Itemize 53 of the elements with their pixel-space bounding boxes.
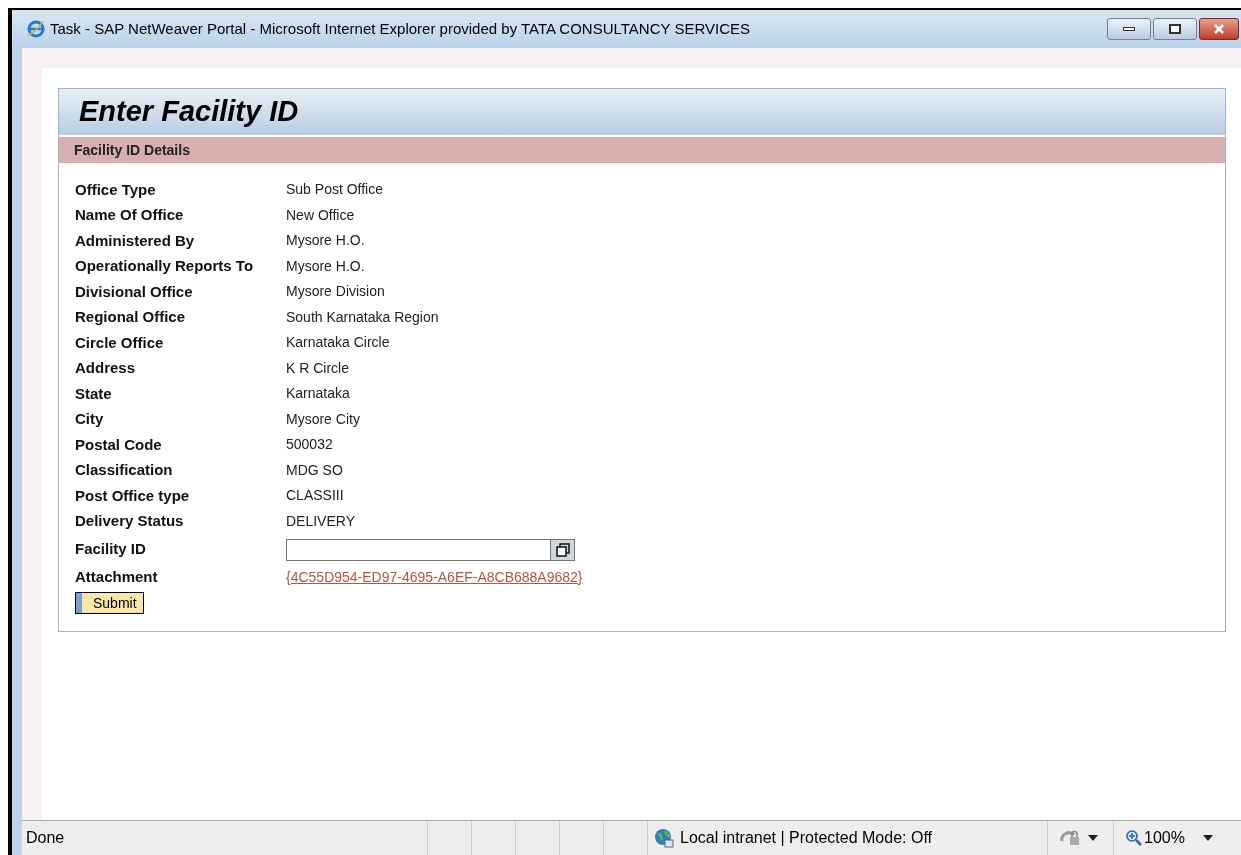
field-label: Facility ID	[75, 539, 147, 560]
field-value: Mysore H.O.	[286, 231, 365, 251]
field-value: DELIVERY	[286, 511, 355, 531]
field-label: Divisional Office	[75, 281, 194, 302]
close-button[interactable]	[1199, 18, 1239, 40]
field-label: City	[75, 409, 105, 429]
value-help-button[interactable]	[551, 538, 575, 561]
zoom-icon[interactable]	[1126, 830, 1142, 846]
field-value: New Office	[286, 205, 355, 225]
field-label: Name Of Office	[75, 205, 185, 225]
browser-logo-icon	[26, 19, 46, 39]
close-icon	[1213, 24, 1225, 34]
field-value: Mysore H.O.	[286, 256, 365, 276]
field-label: Attachment	[75, 567, 159, 588]
field-label: Regional Office	[75, 307, 187, 327]
globe-icon	[654, 828, 674, 848]
section-title: Facility ID Details	[74, 140, 190, 160]
field-value: South Karnataka Region	[286, 307, 439, 327]
field-value: Karnataka Circle	[286, 333, 390, 353]
window-title: Task - SAP NetWeaver Portal - Microsoft Internet Explorer provided by TATA CONSULTANCY SERVICES	[50, 18, 750, 39]
field-value: Mysore Division	[286, 282, 385, 302]
page-title: Enter Facility ID	[79, 94, 299, 130]
lock-icon[interactable]	[1060, 829, 1082, 847]
caret-icon[interactable]	[1088, 835, 1098, 841]
field-value: MDG SO	[286, 460, 343, 480]
field-label: Address	[75, 358, 137, 378]
field-label: Classification	[75, 460, 174, 480]
zoom-level[interactable]: 100%	[1144, 826, 1185, 850]
field-value: CLASSIII	[286, 486, 344, 506]
facility-id-field[interactable]	[286, 538, 551, 561]
field-value: K R Circle	[286, 358, 349, 378]
submit-button[interactable]: Submit	[75, 592, 144, 614]
field-label: Office Type	[75, 179, 157, 200]
field-label: Post Office type	[75, 485, 191, 506]
minimize-icon	[1123, 27, 1135, 31]
copy-icon	[555, 542, 570, 557]
caret-icon[interactable]	[1202, 835, 1213, 841]
field-label: State	[75, 383, 113, 404]
field-value: Mysore City	[286, 409, 360, 429]
field-value: Karnataka	[286, 384, 350, 404]
field-value: 500032	[286, 435, 333, 455]
status-text: Done	[25, 828, 66, 848]
zone-status: Local intranet | Protected Mode: Off	[680, 828, 932, 848]
field-label: Postal Code	[75, 434, 163, 455]
minimize-button[interactable]	[1107, 18, 1151, 40]
field-value: Sub Post Office	[286, 180, 383, 200]
field-label: Operationally Reports To	[75, 256, 255, 276]
maximize-icon	[1169, 24, 1181, 34]
attachment-link[interactable]: {4C55D954-ED97-4695-A6EF-A8CB688A9682}	[286, 567, 583, 588]
field-label: Administered By	[75, 230, 196, 251]
field-label: Delivery Status	[75, 511, 185, 531]
field-label: Circle Office	[75, 332, 165, 353]
maximize-button[interactable]	[1153, 18, 1197, 40]
